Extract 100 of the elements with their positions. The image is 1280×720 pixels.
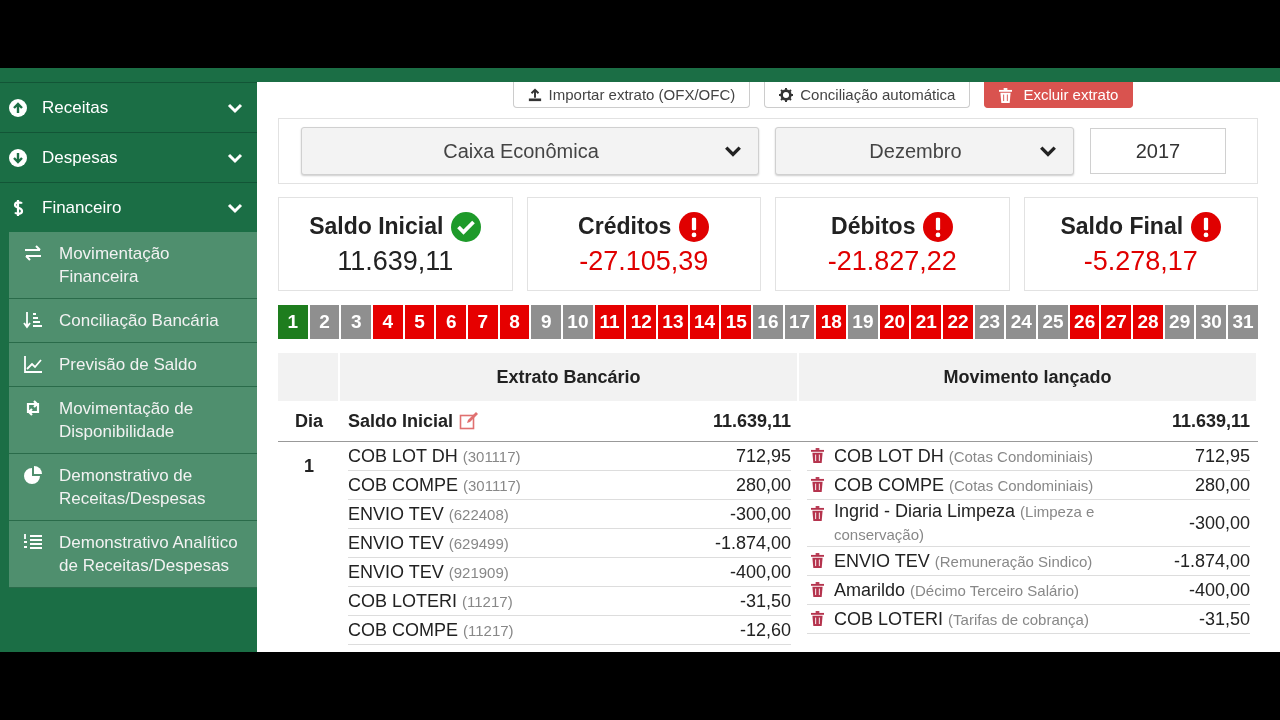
day-cell[interactable]: 13 bbox=[658, 305, 688, 339]
entry-description: COB LOTERI (Tarifas de cobrança) bbox=[834, 607, 1090, 631]
edit-icon[interactable] bbox=[459, 411, 480, 431]
day-cell[interactable]: 14 bbox=[689, 305, 720, 339]
day-cell[interactable]: 16 bbox=[753, 305, 783, 339]
entry-description: COB LOTERI (11217) bbox=[348, 589, 514, 613]
day-cell[interactable]: 26 bbox=[1069, 305, 1100, 339]
entry-description: COB COMPE (Cotas Condominiais) bbox=[834, 473, 1095, 497]
day-cell[interactable]: 18 bbox=[816, 305, 847, 339]
day-cell[interactable]: 25 bbox=[1038, 305, 1068, 339]
entry-description: COB COMPE (11217) bbox=[348, 618, 515, 642]
account-dropdown[interactable]: Caixa Econômica bbox=[301, 127, 759, 175]
exclamation-circle-icon bbox=[679, 211, 710, 242]
entry-description: COB LOT DH (301117) bbox=[348, 444, 522, 468]
submenu-item[interactable]: Conciliação Bancária bbox=[9, 299, 257, 343]
submenu-item[interactable]: Movimentação Financeira bbox=[9, 232, 257, 299]
amount: -12,60 bbox=[739, 619, 791, 641]
amount: -31,50 bbox=[739, 590, 791, 612]
import-button[interactable]: Importar extrato (OFX/OFC) bbox=[512, 82, 751, 108]
day-cell[interactable]: 29 bbox=[1164, 305, 1195, 339]
trash-icon[interactable] bbox=[811, 506, 824, 521]
exclamation-circle-icon bbox=[923, 211, 954, 242]
day-cell[interactable]: 5 bbox=[404, 305, 435, 339]
day-cell[interactable]: 21 bbox=[911, 305, 942, 339]
day-cell[interactable]: 19 bbox=[848, 305, 878, 339]
card-title: Saldo Inicial bbox=[309, 213, 444, 240]
entry-description: ENVIO TEV (Remuneração Sindico) bbox=[834, 549, 1094, 573]
card-value: -27.105,39 bbox=[579, 245, 709, 277]
numbered-list-icon bbox=[23, 532, 43, 552]
card-title: Saldo Final bbox=[1060, 213, 1184, 240]
exchange-arrows-icon bbox=[23, 243, 43, 263]
sidebar-item[interactable]: Receitas bbox=[0, 82, 257, 132]
day-cell[interactable]: 27 bbox=[1101, 305, 1132, 339]
column-header: Extrato Bancário bbox=[340, 353, 799, 401]
day-cell[interactable]: 2 bbox=[309, 305, 340, 339]
day-cell[interactable]: 4 bbox=[373, 305, 403, 339]
entry-description: COB COMPE (301117) bbox=[348, 473, 522, 497]
card-title: Débitos bbox=[831, 213, 916, 240]
day-cell[interactable]: 6 bbox=[436, 305, 467, 339]
amount: -1.874,00 bbox=[714, 532, 791, 554]
card-value: -21.827,22 bbox=[827, 245, 957, 277]
day-cell[interactable]: 12 bbox=[626, 305, 657, 339]
submenu-item[interactable]: Demonstrativo Analítico de Receitas/Despesas bbox=[9, 521, 257, 588]
amount: -400,00 bbox=[1188, 579, 1250, 601]
day-cell[interactable]: 28 bbox=[1133, 305, 1163, 339]
auto-button[interactable]: Conciliação automática bbox=[764, 82, 971, 108]
year-field[interactable]: 2017 bbox=[1090, 128, 1226, 174]
submenu-item[interactable]: Previsão de Saldo bbox=[9, 343, 257, 387]
entry-description: ENVIO TEV (622408) bbox=[348, 502, 510, 526]
day-cell[interactable]: 3 bbox=[341, 305, 371, 339]
table-cell: 11.639,11 bbox=[712, 410, 791, 432]
card-title: Créditos bbox=[578, 213, 672, 240]
day-cell[interactable]: 30 bbox=[1196, 305, 1227, 339]
day-cell[interactable]: 23 bbox=[974, 305, 1005, 339]
entry-description: Amarildo (Décimo Terceiro Salário) bbox=[834, 578, 1080, 602]
table-cell: 11.639,11 bbox=[1171, 410, 1250, 432]
day-cell[interactable]: 10 bbox=[563, 305, 593, 339]
column-header: Movimento lançado bbox=[799, 353, 1258, 401]
submenu-item[interactable]: Demonstrativo de Receitas/Despesas bbox=[9, 454, 257, 521]
day-cell[interactable]: 22 bbox=[943, 305, 973, 339]
trash-icon[interactable] bbox=[999, 88, 1013, 103]
trash-icon[interactable] bbox=[811, 611, 824, 626]
line-chart-icon bbox=[23, 354, 43, 374]
day-cell[interactable]: 24 bbox=[1006, 305, 1037, 339]
day-cell[interactable]: 20 bbox=[879, 305, 910, 339]
day-cell[interactable]: 1 bbox=[278, 305, 308, 339]
pie-chart-icon bbox=[23, 465, 43, 485]
delete-button[interactable]: Excluir extrato bbox=[984, 82, 1134, 108]
table-cell-text: 1 bbox=[304, 456, 314, 478]
amount: 712,95 bbox=[1194, 445, 1250, 467]
entry-description: COB LOT DH (Cotas Condominiais) bbox=[834, 444, 1094, 468]
entry-description: ENVIO TEV (629499) bbox=[348, 531, 510, 555]
sidebar-item[interactable]: Despesas bbox=[0, 132, 257, 182]
sort-icon bbox=[23, 310, 43, 330]
month-dropdown[interactable]: Dezembro bbox=[775, 127, 1074, 175]
day-cell[interactable]: 17 bbox=[784, 305, 815, 339]
day-cell[interactable]: 31 bbox=[1228, 305, 1258, 339]
gear-icon bbox=[779, 87, 794, 102]
trash-icon[interactable] bbox=[811, 582, 824, 597]
card-value: -5.278,17 bbox=[1083, 245, 1198, 277]
arrow-up-circle-icon bbox=[8, 97, 28, 118]
amount: 712,95 bbox=[735, 445, 791, 467]
amount: -300,00 bbox=[1188, 512, 1250, 534]
amount: -300,00 bbox=[729, 503, 791, 525]
entry-description: Ingrid - Diaria Limpeza (Limpeza e conservação) bbox=[834, 500, 1096, 545]
submenu-item[interactable]: Movimentação de Disponibilidade bbox=[9, 387, 257, 454]
amount: -31,50 bbox=[1198, 608, 1250, 630]
upload-icon bbox=[527, 87, 542, 102]
amount: -400,00 bbox=[729, 561, 791, 583]
trash-icon[interactable] bbox=[811, 448, 824, 463]
trash-icon[interactable] bbox=[811, 553, 824, 568]
card-value: 11.639,11 bbox=[337, 245, 454, 277]
trash-icon[interactable] bbox=[811, 477, 824, 492]
check-circle-icon bbox=[451, 211, 482, 242]
day-cell[interactable]: 8 bbox=[499, 305, 530, 339]
day-cell[interactable]: 9 bbox=[531, 305, 562, 339]
day-cell[interactable]: 15 bbox=[721, 305, 752, 339]
exclamation-circle-icon bbox=[1191, 211, 1222, 242]
day-cell[interactable]: 11 bbox=[594, 305, 625, 339]
day-cell[interactable]: 7 bbox=[468, 305, 498, 339]
